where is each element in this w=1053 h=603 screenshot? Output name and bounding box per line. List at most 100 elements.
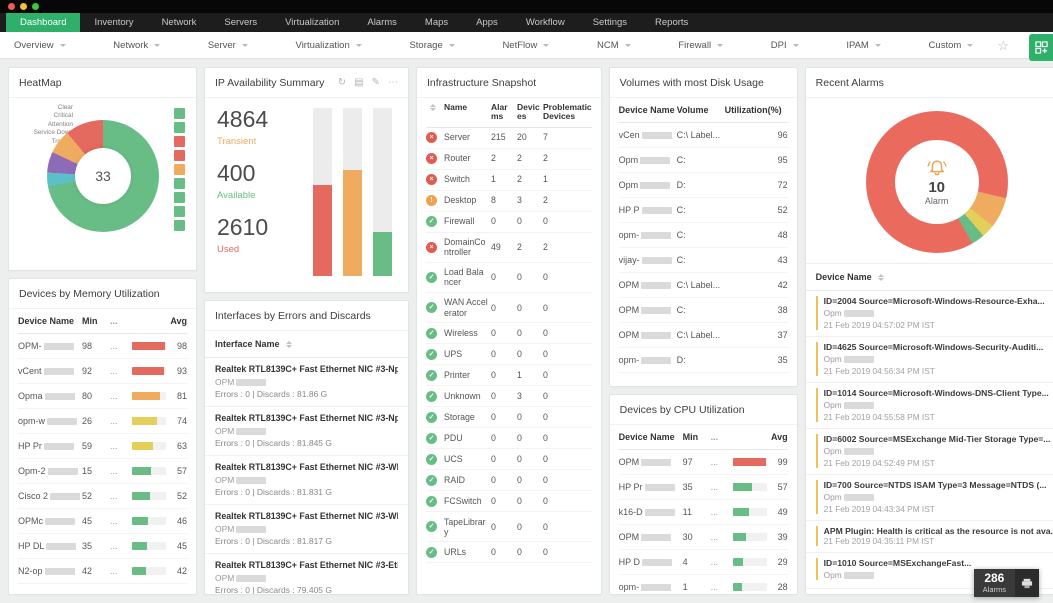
table-row[interactable]: Opma 80 ... 81 xyxy=(18,384,187,409)
alarm-list-item[interactable]: ID=2004 Source=Microsoft-Windows-Resourc… xyxy=(805,291,1053,337)
ip-bar[interactable] xyxy=(313,108,332,276)
dashboard-tab[interactable]: NetFlow xyxy=(502,40,550,51)
table-row[interactable]: OPM- 98 ... 98 xyxy=(18,334,187,359)
interface-list-item[interactable]: Realtek RTL8139C+ Fast Ethernet NIC #3-E… xyxy=(205,554,408,594)
heatmap-cell[interactable] xyxy=(174,108,185,119)
heatmap-cell[interactable] xyxy=(174,150,185,161)
table-row[interactable]: HP Pr 59 ... 63 xyxy=(18,434,187,459)
table-row[interactable]: ✓ Storage 0 0 0 xyxy=(426,407,592,429)
main-nav-item[interactable]: Maps xyxy=(411,13,462,32)
heatmap-cell[interactable] xyxy=(174,164,185,175)
dashboard-tab[interactable]: Server xyxy=(208,40,248,51)
alarm-list-item[interactable]: ID=6002 Source=MSExchange Mid-Tier Stora… xyxy=(805,429,1053,475)
table-row[interactable]: Cisco 2 52 ... 52 xyxy=(18,484,187,509)
dashboard-tab[interactable]: Virtualization xyxy=(296,40,362,51)
sort-icon[interactable] xyxy=(878,274,885,282)
main-nav-item[interactable]: Servers xyxy=(210,13,271,32)
dashboard-tab[interactable]: DPI xyxy=(771,40,799,51)
main-nav-item[interactable]: Settings xyxy=(579,13,641,32)
table-row[interactable]: ✓ TapeLibrary 0 0 0 xyxy=(426,512,592,543)
heatmap-cell[interactable] xyxy=(174,192,185,203)
table-row[interactable]: ✓ Unknown 0 3 0 xyxy=(426,386,592,408)
alarms-donut-chart[interactable]: 10 Alarm xyxy=(865,111,1008,253)
close-window-button[interactable] xyxy=(8,3,15,10)
main-nav-item[interactable]: Workflow xyxy=(512,13,579,32)
table-row[interactable]: opm-w 26 ... 74 xyxy=(18,409,187,434)
heatmap-cell[interactable] xyxy=(174,178,185,189)
table-row[interactable]: OPM C:\ Label... 42 xyxy=(618,273,788,298)
main-nav-item[interactable]: Virtualization xyxy=(271,13,353,32)
alarm-list-item[interactable]: ID=700 Source=NTDS ISAM Type=3 Message=N… xyxy=(805,475,1053,521)
table-row[interactable]: ✓ URLs 0 0 0 xyxy=(426,542,592,564)
table-row[interactable]: Opm D: 72 xyxy=(618,173,788,198)
table-row[interactable]: vijay- C: 43 xyxy=(618,248,788,273)
table-row[interactable]: × DomainController 49 2 2 xyxy=(426,233,592,263)
favorite-star-icon[interactable]: ☆ xyxy=(997,39,1009,52)
list-header[interactable]: Interface Name xyxy=(205,331,408,358)
heatmap-cell[interactable] xyxy=(174,220,185,231)
table-row[interactable]: vCen C:\ Label... 96 xyxy=(618,123,788,148)
table-row[interactable]: × Router 2 2 2 xyxy=(426,149,592,170)
sort-icon[interactable] xyxy=(286,341,293,349)
dashboard-tab[interactable]: Custom xyxy=(929,40,974,51)
minimize-window-button[interactable] xyxy=(20,3,27,10)
ip-bar[interactable] xyxy=(343,108,362,276)
table-row[interactable]: opm- C: 48 xyxy=(618,223,788,248)
sort-icon[interactable] xyxy=(430,103,436,111)
table-row[interactable]: × Switch 1 2 1 xyxy=(426,170,592,191)
heatmap-donut-chart[interactable]: 33 xyxy=(47,120,159,232)
table-row[interactable]: vCent 92 ... 93 xyxy=(18,359,187,384)
zoom-window-button[interactable] xyxy=(32,3,39,10)
alarm-list-item[interactable]: APM Plugin: Health is critical as the re… xyxy=(805,521,1053,553)
table-row[interactable]: ✓ Firewall 0 0 0 xyxy=(426,212,592,233)
table-row[interactable]: OPM 30 ... 39 xyxy=(618,525,788,550)
table-row[interactable]: opm- 1 ... 28 xyxy=(619,575,788,594)
dashboard-tab[interactable]: Network xyxy=(113,40,161,51)
heatmap-cell[interactable] xyxy=(174,122,185,133)
table-row[interactable]: ✓ FCSwitch 0 0 0 xyxy=(426,491,592,513)
main-nav-item[interactable]: Apps xyxy=(462,13,512,32)
dashboard-tab[interactable]: Storage xyxy=(409,40,455,51)
interface-list-item[interactable]: Realtek RTL8139C+ Fast Ethernet NIC #3-W… xyxy=(205,456,408,505)
main-nav-item[interactable]: Reports xyxy=(641,13,702,32)
dashboard-tab[interactable]: NCM xyxy=(597,40,631,51)
more-options-icon[interactable]: ⋯ xyxy=(388,78,398,88)
table-row[interactable]: Opm-2 15 ... 57 xyxy=(18,459,187,484)
table-row[interactable]: ✓ WAN Accelerator 0 0 0 xyxy=(426,293,592,324)
interface-list-item[interactable]: Realtek RTL8139C+ Fast Ethernet NIC #3-N… xyxy=(205,407,408,456)
table-row[interactable]: Opm C: 95 xyxy=(618,148,788,173)
table-row[interactable]: ✓ Load Balancer 0 0 0 xyxy=(426,263,592,293)
table-row[interactable]: ✓ Printer 0 1 0 xyxy=(426,365,592,387)
table-row[interactable]: ✓ RAID 0 0 0 xyxy=(426,470,592,492)
dashboard-tab[interactable]: Overview xyxy=(14,40,66,51)
heatmap-cell[interactable] xyxy=(174,206,185,217)
main-nav-item[interactable]: Inventory xyxy=(80,13,147,32)
table-row[interactable]: OPM C:\ Label... 37 xyxy=(618,323,788,348)
table-row[interactable]: ✓ Wireless 0 0 0 xyxy=(426,323,592,345)
interface-list-item[interactable]: Realtek RTL8139C+ Fast Ethernet NIC #3-W… xyxy=(205,505,408,554)
main-nav-item[interactable]: Alarms xyxy=(353,13,411,32)
alarm-list-item[interactable]: ID=4625 Source=Microsoft-Windows-Securit… xyxy=(805,337,1053,383)
table-row[interactable]: OPM C: 38 xyxy=(618,298,788,323)
interface-list-item[interactable]: Realtek RTL8139C+ Fast Ethernet NIC #3-N… xyxy=(205,358,408,407)
add-widget-button[interactable] xyxy=(1029,34,1053,61)
alarm-count-badge[interactable]: 286 Alarms xyxy=(973,569,1039,597)
main-nav-item[interactable]: Dashboard xyxy=(6,13,81,32)
table-row[interactable]: OPM 97 ... 99 xyxy=(618,450,788,475)
list-header[interactable]: Device Name xyxy=(805,263,1053,291)
table-row[interactable]: ! Desktop 8 3 2 xyxy=(426,191,592,212)
main-nav-item[interactable]: Network xyxy=(148,13,211,32)
ip-bar[interactable] xyxy=(373,108,392,276)
alarm-list-item[interactable]: ID=1014 Source=Microsoft-Windows-DNS-Cli… xyxy=(805,383,1053,429)
table-row[interactable]: HP D 4 ... 29 xyxy=(618,550,788,575)
table-row[interactable]: opm- D: 35 xyxy=(618,348,788,373)
printer-icon[interactable] xyxy=(1015,569,1039,597)
dashboard-tab[interactable]: Firewall xyxy=(678,40,724,51)
table-row[interactable]: OPMc 45 ... 46 xyxy=(18,509,187,534)
refresh-icon[interactable]: ↻ xyxy=(338,78,346,88)
heatmap-cell[interactable] xyxy=(174,136,185,147)
table-row[interactable]: HP Pr 35 ... 57 xyxy=(618,475,788,500)
report-icon[interactable]: ▤ xyxy=(354,78,363,88)
dashboard-tab[interactable]: IPAM xyxy=(846,40,881,51)
edit-icon[interactable]: ✎ xyxy=(372,78,380,88)
